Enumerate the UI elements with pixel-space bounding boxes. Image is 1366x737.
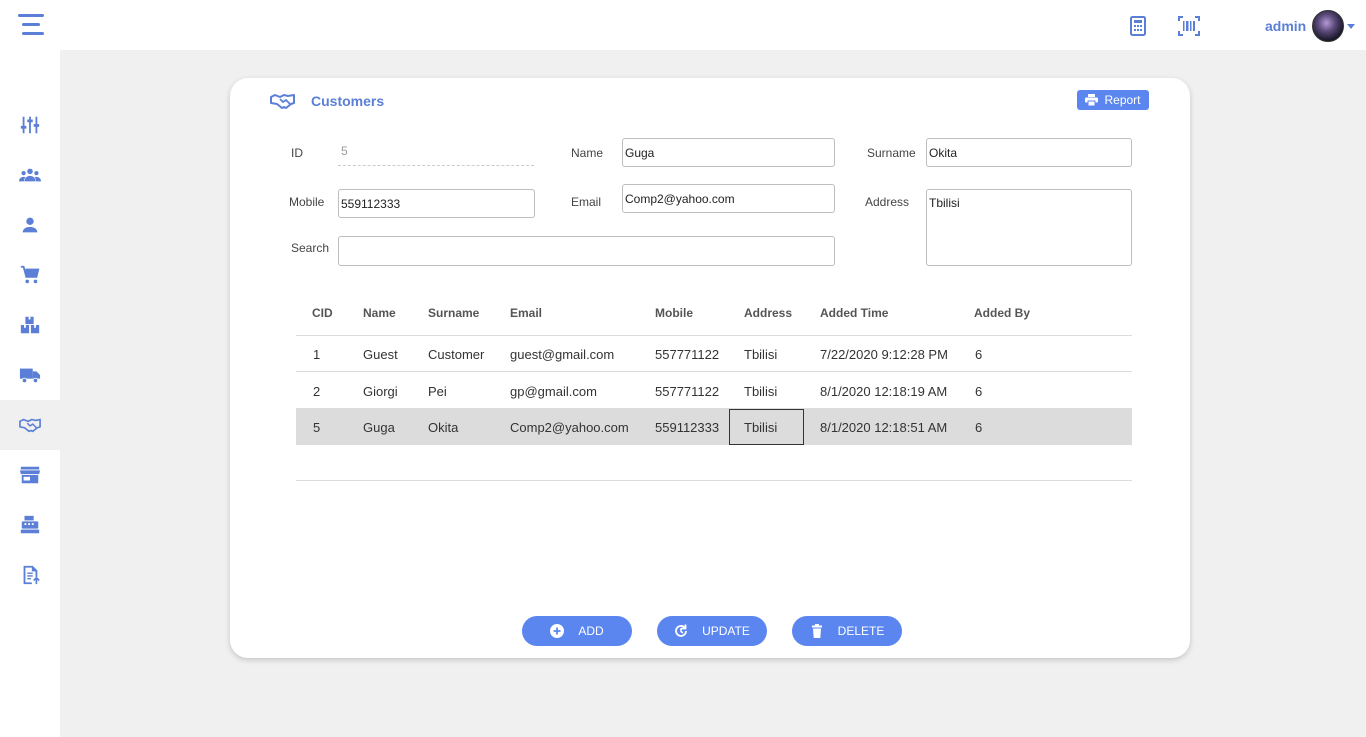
sidebar-item-settings[interactable] <box>0 100 60 150</box>
id-label: ID <box>291 146 303 160</box>
calculator-icon[interactable] <box>1126 14 1150 38</box>
email-field[interactable] <box>622 184 835 213</box>
plus-circle-icon <box>550 624 565 638</box>
menu-icon[interactable] <box>18 14 44 36</box>
table-row[interactable]: 1 Guest Customer guest@gmail.com 5577711… <box>296 336 1132 372</box>
user-icon <box>22 217 38 233</box>
column-header-email[interactable]: Email <box>510 306 542 320</box>
cell-cid: 1 <box>313 347 321 362</box>
cell-email: gp@gmail.com <box>510 384 597 399</box>
name-field[interactable] <box>622 138 835 167</box>
update-label: UPDATE <box>702 624 750 638</box>
mobile-label: Mobile <box>289 195 325 209</box>
table-footer-divider <box>296 480 1132 481</box>
cell-mobile: 559112333 <box>655 420 720 435</box>
cell-surname: Okita <box>428 420 459 435</box>
cash-register-icon <box>20 515 40 534</box>
search-label: Search <box>291 241 330 255</box>
report-label: Report <box>1104 93 1141 107</box>
card-header: Customers <box>270 90 384 112</box>
chevron-down-icon <box>1347 23 1356 29</box>
surname-label: Surname <box>867 146 916 160</box>
cell-added-by: 6 <box>975 347 983 362</box>
file-upload-icon <box>23 565 40 585</box>
column-header-added-time[interactable]: Added Time <box>820 306 888 320</box>
customers-card: Customers Report ID 5 Name Surname Mobil… <box>230 78 1190 658</box>
trash-icon <box>811 624 822 638</box>
cell-surname: Customer <box>428 347 485 362</box>
user-name: admin <box>1265 18 1307 34</box>
refresh-icon <box>675 624 687 637</box>
table-row-selected[interactable]: 5 Guga Okita Comp2@yahoo.com 559112333 T… <box>296 409 1132 445</box>
email-label: Email <box>571 195 602 209</box>
cell-cid: 5 <box>313 420 321 435</box>
cell-address: Tbilisi <box>744 420 778 435</box>
page-title: Customers <box>311 93 385 109</box>
cell-name: Guest <box>363 347 398 362</box>
cell-mobile: 557771122 <box>655 347 720 362</box>
barcode-icon[interactable] <box>1177 14 1201 38</box>
table-row[interactable]: 2 Giorgi Pei gp@gmail.com 557771122 Tbil… <box>296 373 1132 409</box>
store-icon <box>19 466 41 484</box>
add-label: ADD <box>578 624 604 638</box>
cell-cid: 2 <box>313 384 321 399</box>
cell-added-time: 8/1/2020 12:18:51 AM <box>820 420 948 435</box>
cell-added-time: 7/22/2020 9:12:28 PM <box>820 347 948 362</box>
cell-name: Giorgi <box>363 384 398 399</box>
truck-icon <box>19 368 41 384</box>
boxes-icon <box>20 316 40 334</box>
mobile-field[interactable] <box>338 189 535 218</box>
delete-label: DELETE <box>837 624 885 638</box>
sidebar-item-customers[interactable] <box>0 400 60 450</box>
column-header-cid[interactable]: CID <box>312 306 333 320</box>
column-header-address[interactable]: Address <box>744 306 792 320</box>
cell-surname: Pei <box>428 384 447 399</box>
address-field[interactable]: Tbilisi <box>926 189 1132 266</box>
id-field: 5 <box>338 144 534 166</box>
sidebar-item-user[interactable] <box>0 200 60 250</box>
delete-button[interactable]: DELETE <box>792 616 902 646</box>
handshake-icon <box>270 94 295 109</box>
sidebar-item-delivery[interactable] <box>0 350 60 400</box>
sidebar-item-reports[interactable] <box>0 550 60 600</box>
sidebar-item-store[interactable] <box>0 450 60 500</box>
avatar <box>1312 10 1345 42</box>
sliders-icon <box>20 116 40 134</box>
cell-email: guest@gmail.com <box>510 347 615 362</box>
search-input[interactable] <box>338 236 835 266</box>
cell-address: Tbilisi <box>744 347 778 362</box>
sidebar <box>0 50 60 737</box>
cell-added-by: 6 <box>975 420 983 435</box>
cell-address: Tbilisi <box>744 384 778 399</box>
user-menu[interactable]: admin <box>1265 10 1356 42</box>
cell-mobile: 557771122 <box>655 384 720 399</box>
sidebar-item-products[interactable] <box>0 300 60 350</box>
cell-email: Comp2@yahoo.com <box>510 420 629 435</box>
name-label: Name <box>571 146 604 160</box>
sidebar-item-cash-register[interactable] <box>0 500 60 550</box>
cart-icon <box>20 265 40 284</box>
group-icon <box>19 168 41 182</box>
add-button[interactable]: ADD <box>522 616 632 646</box>
column-header-added-by[interactable]: Added By <box>974 306 1030 320</box>
handshake-icon <box>19 418 41 433</box>
printer-icon <box>1085 94 1099 106</box>
report-button[interactable]: Report <box>1077 90 1149 110</box>
sidebar-item-cart[interactable] <box>0 250 60 300</box>
column-header-surname[interactable]: Surname <box>428 306 479 320</box>
update-button[interactable]: UPDATE <box>657 616 767 646</box>
address-label: Address <box>865 195 910 209</box>
top-bar: admin <box>0 0 1366 50</box>
cell-added-time: 8/1/2020 12:18:19 AM <box>820 384 948 399</box>
cell-name: Guga <box>363 420 395 435</box>
surname-field[interactable] <box>926 138 1132 167</box>
cell-added-by: 6 <box>975 384 983 399</box>
sidebar-item-users[interactable] <box>0 150 60 200</box>
column-header-name[interactable]: Name <box>363 306 396 320</box>
column-header-mobile[interactable]: Mobile <box>655 306 693 320</box>
